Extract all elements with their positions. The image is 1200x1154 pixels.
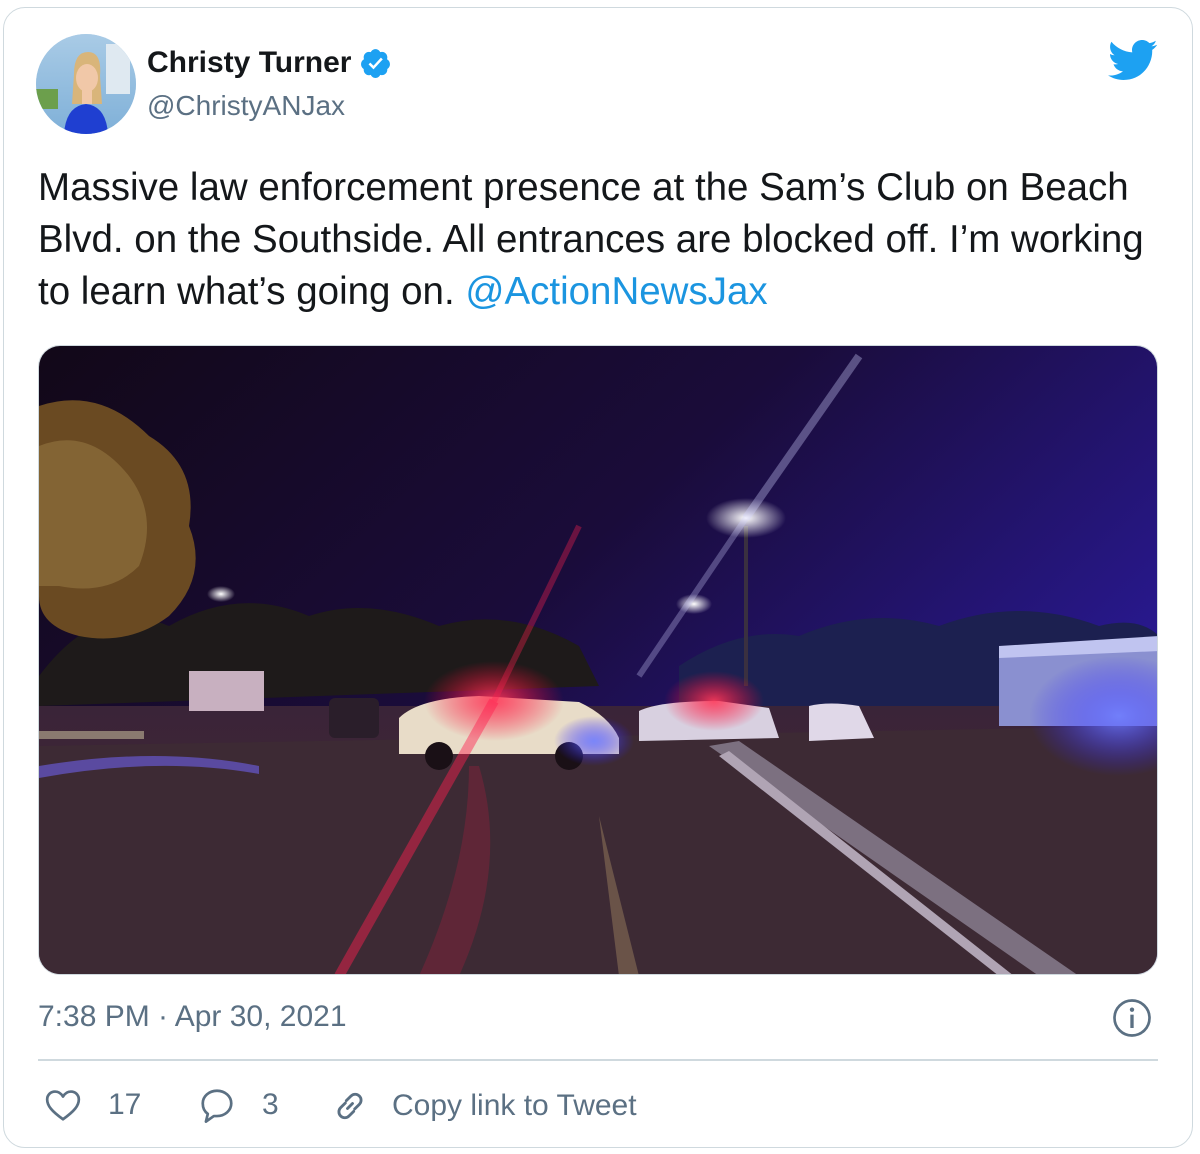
tweet-media-image[interactable] <box>38 345 1158 975</box>
like-button[interactable]: 17 <box>44 1086 141 1124</box>
reply-button[interactable]: 3 <box>198 1086 279 1124</box>
mention-link[interactable]: @ActionNewsJax <box>465 270 767 313</box>
like-count: 17 <box>108 1088 142 1121</box>
copy-link-button[interactable]: Copy link to Tweet <box>330 1086 637 1126</box>
avatar[interactable] <box>36 34 136 134</box>
info-icon[interactable] <box>1112 998 1152 1038</box>
divider <box>38 1059 1158 1061</box>
copy-link-label: Copy link to Tweet <box>392 1089 637 1122</box>
twitter-bird-icon[interactable] <box>1106 38 1158 82</box>
link-icon <box>337 1092 363 1120</box>
reply-count: 3 <box>262 1088 279 1121</box>
night-scene-image <box>39 346 1157 974</box>
author-handle[interactable]: @ChristyANJax <box>147 90 345 122</box>
author-name-row[interactable]: Christy Turner <box>147 46 392 80</box>
author-name[interactable]: Christy Turner <box>147 46 351 80</box>
tweet-timestamp[interactable]: 7:38 PM · Apr 30, 2021 <box>38 1000 347 1034</box>
reply-bubble-icon <box>201 1089 233 1123</box>
tweet-text: Massive law enforcement presence at the … <box>38 162 1178 318</box>
heart-icon <box>45 1090 81 1121</box>
verified-badge-icon <box>361 48 391 78</box>
